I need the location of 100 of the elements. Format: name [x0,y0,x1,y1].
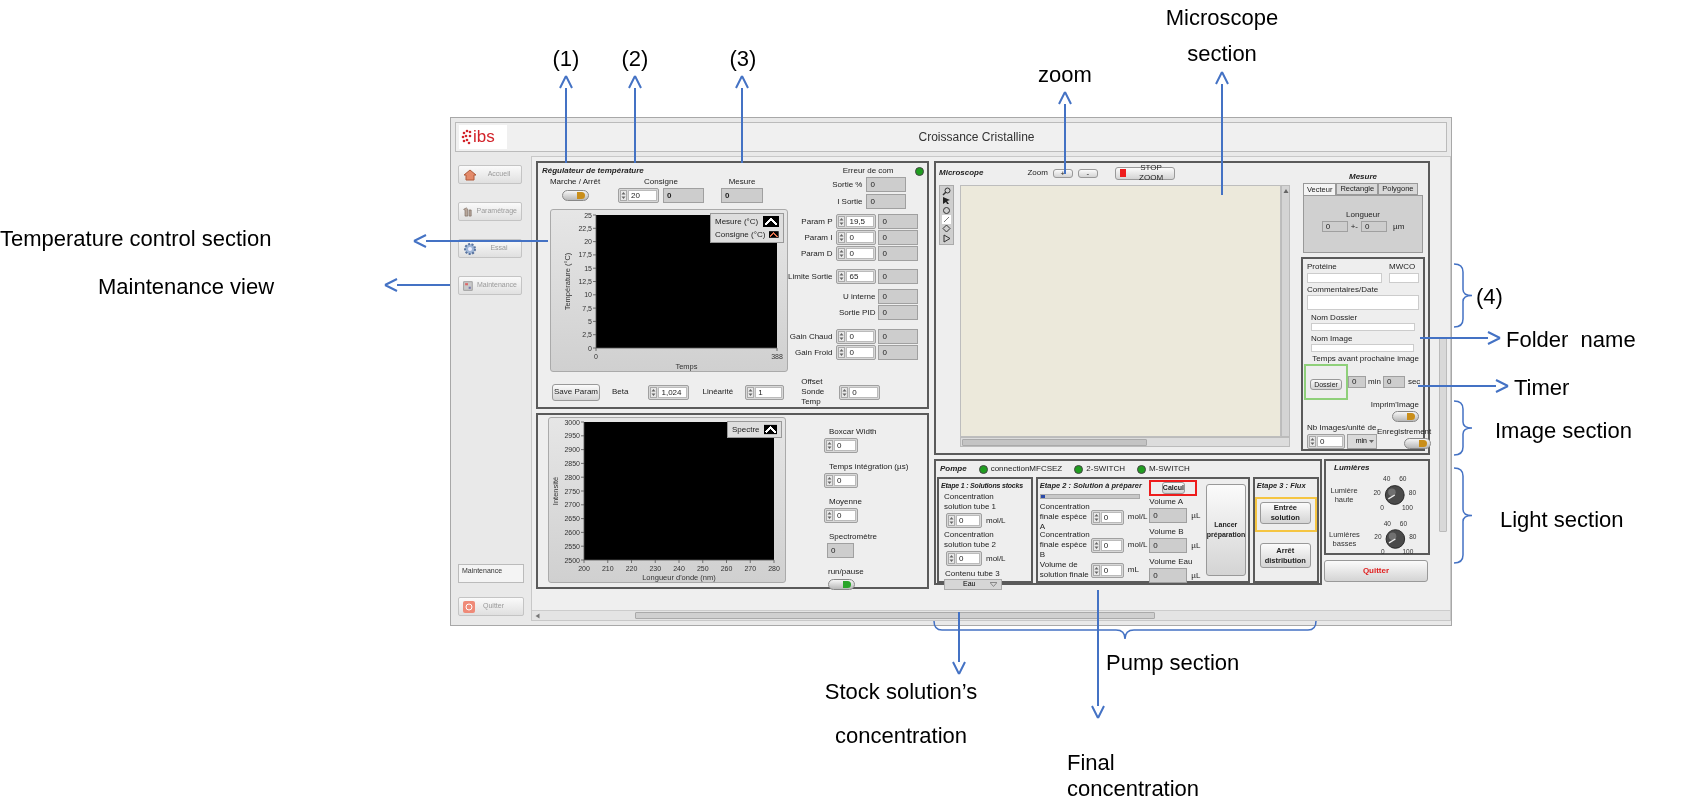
number-field[interactable]: 0 [836,230,877,245]
text-field[interactable] [1311,344,1414,352]
number-field[interactable]: 20 [618,188,659,203]
number-field[interactable]: 65 [836,269,877,284]
number-field[interactable]: 0 [946,513,982,528]
spinner-icon[interactable] [838,216,846,227]
toggle-switch[interactable] [561,190,589,201]
number-field[interactable]: 0 [824,473,858,488]
spinner-icon[interactable] [620,190,627,201]
annotation-label: (4) [1476,284,1503,310]
zoom-button[interactable]: - [1077,168,1098,178]
number-field[interactable]: 0 [1090,509,1124,525]
zoom-button[interactable]: + [1052,168,1073,178]
readout: 0 [878,230,919,245]
label: Concentration finale espèce B [1039,530,1089,561]
spinner-icon[interactable] [948,553,955,564]
brace [1453,263,1473,328]
gear-icon [463,241,477,256]
readout: 0 [878,214,919,229]
pointer-icon[interactable] [942,196,951,206]
number-field[interactable]: 0 [1307,434,1345,449]
vertical-scrollbar[interactable] [1438,337,1447,532]
horizontal-scrollbar[interactable] [960,437,1290,447]
stop-zoom-button[interactable]: STOP ZOOM [1114,166,1175,180]
scroll-thumb[interactable] [962,438,1147,446]
text-field[interactable] [1311,323,1415,332]
text-area[interactable] [1307,295,1419,311]
dots-icon [461,129,473,145]
number-field[interactable]: 0 [836,345,877,360]
spinner-icon[interactable] [948,515,955,526]
knob[interactable] [1385,485,1405,505]
quit-button[interactable]: Quitter [1324,560,1428,582]
label: Imprim'Image [1370,400,1419,410]
legend-label: Spectre [732,424,760,435]
annotation-label: Light section [1500,507,1624,533]
house-icon [463,168,477,181]
scroll-up-icon[interactable] [1282,188,1289,194]
spinner-icon[interactable] [1092,511,1100,523]
spinner-icon[interactable] [838,347,846,358]
line-icon[interactable] [942,215,951,225]
readout: 0 [878,329,919,344]
annotation-label: Microscope section [1164,4,1280,68]
spinner-icon[interactable] [826,440,833,451]
scroll-left-icon[interactable] [535,612,540,619]
scroll-thumb[interactable] [635,612,1155,619]
number-field[interactable]: 1 [745,384,785,400]
readout: 0 [878,305,919,320]
label: Spectromètre [829,532,879,542]
label: U interne [843,291,876,302]
save-button[interactable]: Save Param [552,383,600,401]
number-field[interactable]: 0 [946,551,982,566]
number-field[interactable]: 1,024 [648,384,690,400]
number-field[interactable]: 0 [839,384,881,400]
spinner-icon[interactable] [826,475,833,486]
label: mol/L [986,515,1006,526]
label: Erreur de com [842,166,894,176]
spinner-icon[interactable] [1092,539,1100,551]
knob[interactable] [1385,529,1405,549]
label: mol/L [986,553,1006,564]
number-field[interactable]: 0 [824,438,858,453]
horizontal-scrollbar[interactable] [532,610,1450,620]
number-field[interactable]: 0 [1090,537,1124,553]
spinner-icon[interactable] [1092,564,1100,576]
number-field[interactable]: 0 [836,329,877,344]
number-field[interactable]: 19,5 [836,214,877,229]
spinner-icon[interactable] [650,386,658,398]
label: Offset Sonde Temp [801,377,826,407]
label: Protéine [1307,262,1338,272]
wrench-icon [463,204,473,219]
text-field[interactable] [1389,273,1419,283]
number-field[interactable]: 0 [824,508,858,523]
spinner-icon[interactable] [747,386,755,398]
spinner-icon[interactable] [826,510,833,521]
readout: 0 [663,188,704,203]
toggle-switch[interactable] [828,579,855,590]
label: Temps intégration (µs) [829,462,909,472]
spinner-icon[interactable] [838,248,846,259]
search-icon[interactable] [942,187,951,197]
spinner-icon[interactable] [838,271,846,282]
spinner-icon[interactable] [841,386,849,398]
label: MWCO [1389,262,1417,272]
text-field[interactable] [1307,273,1382,283]
vertical-scrollbar[interactable] [1281,185,1290,437]
label: Consigne [644,177,678,187]
label: Commentaires/Date [1307,285,1380,295]
circle-icon[interactable] [942,205,951,215]
label: Param I [804,232,833,243]
readout: 0 [878,269,919,284]
label: µL [1191,570,1201,581]
triangle-icon[interactable] [942,233,951,243]
number-field[interactable]: 0 [836,246,877,261]
toggle-switch[interactable] [1404,438,1432,449]
label: I Sortie [837,196,863,207]
label: Boxcar Width [829,427,878,437]
spinner-icon[interactable] [838,331,846,342]
spinner-icon[interactable] [1309,436,1316,447]
number-field[interactable]: 0 [1090,562,1124,578]
toggle-switch[interactable] [1392,411,1419,422]
label: Sortie PID [839,307,876,318]
spinner-icon[interactable] [838,232,846,243]
